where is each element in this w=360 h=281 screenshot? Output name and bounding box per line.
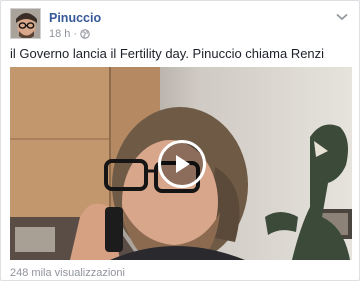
avatar[interactable] xyxy=(10,8,41,39)
chevron-down-icon[interactable] xyxy=(334,11,350,23)
post-meta: 18 h · xyxy=(49,27,101,41)
play-icon xyxy=(176,155,190,173)
globe-icon xyxy=(80,29,90,39)
avatar-image xyxy=(11,9,40,38)
post-message: il Governo lancia il Fertility day. Pinu… xyxy=(10,46,325,61)
video-player[interactable] xyxy=(10,67,352,260)
post-header: Pinuccio 18 h · xyxy=(10,8,101,40)
meta-separator: · xyxy=(73,28,78,40)
author-name[interactable]: Pinuccio xyxy=(49,11,101,25)
view-count: 248 mila visualizzazioni xyxy=(10,267,125,279)
post-time[interactable]: 18 h xyxy=(49,27,70,41)
play-button[interactable] xyxy=(158,140,206,188)
post-card: Pinuccio 18 h · il Governo lancia il Fer… xyxy=(0,0,360,281)
